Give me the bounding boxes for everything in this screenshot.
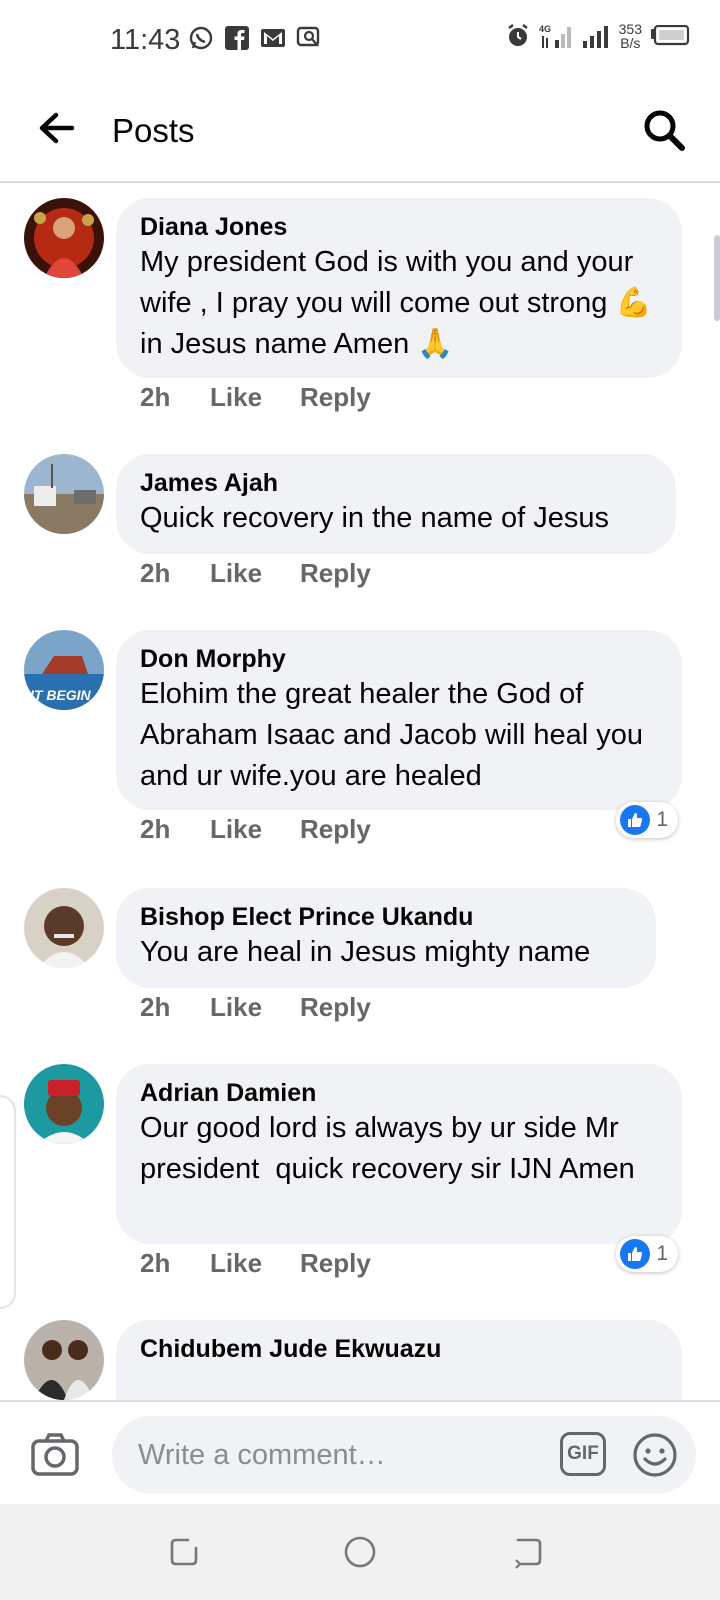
search-icon[interactable] xyxy=(642,108,686,152)
avatar-image: IT BEGIN xyxy=(24,630,104,710)
alarm-icon xyxy=(507,24,528,46)
comment-text: Elohim the great healer the God of Abrah… xyxy=(140,678,652,792)
comment-actions: 2h Like Reply xyxy=(140,558,371,589)
avatar[interactable]: IT BEGIN xyxy=(24,630,104,710)
comment-input-container[interactable]: GIF xyxy=(112,1416,696,1494)
comment-bubble[interactable]: Adrian Damien Our good lord is always by… xyxy=(116,1064,682,1244)
avatar-image xyxy=(24,454,104,534)
like-button[interactable]: Like xyxy=(210,992,300,1023)
thumbs-up-icon xyxy=(620,1239,651,1269)
edge-panel-handle[interactable] xyxy=(0,1095,16,1309)
whatsapp-icon xyxy=(189,26,213,50)
comment-author[interactable]: Adrian Damien xyxy=(140,1078,658,1108)
gmail-icon xyxy=(261,29,285,47)
thumbs-up-icon xyxy=(620,805,651,835)
comment-actions: 2h Like Reply xyxy=(140,992,371,1023)
reply-button[interactable]: Reply xyxy=(300,1248,371,1279)
signal-4g-icon: 4G xyxy=(539,24,571,48)
recent-apps-icon[interactable] xyxy=(166,1534,202,1570)
comment-time[interactable]: 2h xyxy=(140,814,210,845)
avatar-caption: IT BEGIN xyxy=(30,687,92,703)
comment-text: Quick recovery in the name of Jesus xyxy=(140,502,610,534)
reply-button[interactable]: Reply xyxy=(300,992,371,1023)
status-time: 11:43 xyxy=(110,24,181,56)
avatar-image xyxy=(24,1320,104,1400)
comment-bubble[interactable]: Diana Jones My president God is with you… xyxy=(116,198,682,378)
comment-author[interactable]: Diana Jones xyxy=(140,212,658,242)
comment-text: You are heal in Jesus mighty name xyxy=(140,936,591,968)
like-button[interactable]: Like xyxy=(210,814,300,845)
avatar-image xyxy=(24,198,104,278)
avatar[interactable] xyxy=(24,454,104,534)
emoji-icon[interactable] xyxy=(632,1432,678,1478)
battery-icon xyxy=(651,25,690,46)
avatar[interactable] xyxy=(24,1320,104,1400)
net-speed: 353 B/s xyxy=(618,21,642,51)
home-icon[interactable] xyxy=(342,1534,378,1570)
status-bar: 11:43 4G 353 B/s xyxy=(0,0,720,80)
avatar-image xyxy=(24,888,104,968)
camera-icon[interactable] xyxy=(30,1432,80,1478)
comment-actions: 2h Like Reply xyxy=(140,1248,371,1279)
page-title: Posts xyxy=(112,112,195,149)
reaction-count-badge[interactable]: 1 xyxy=(616,802,678,838)
comment-author[interactable]: Don Morphy xyxy=(140,644,658,674)
comment-input[interactable] xyxy=(136,1430,520,1480)
comment-bubble[interactable]: Don Morphy Elohim the great healer the G… xyxy=(116,630,682,810)
comment-bubble[interactable]: James Ajah Quick recovery in the name of… xyxy=(116,454,676,554)
avatar[interactable] xyxy=(24,198,104,278)
reply-button[interactable]: Reply xyxy=(300,382,371,413)
comment-bubble[interactable]: Bishop Elect Prince Ukandu You are heal … xyxy=(116,888,656,988)
like-button[interactable]: Like xyxy=(210,558,300,589)
reply-button[interactable]: Reply xyxy=(300,558,371,589)
reaction-count-badge[interactable]: 1 xyxy=(616,1236,678,1272)
scrollbar[interactable] xyxy=(714,235,720,321)
comment-author[interactable]: James Ajah xyxy=(140,468,652,498)
comment-text: My president God is with you and your wi… xyxy=(140,246,660,360)
back-nav-icon[interactable] xyxy=(510,1534,546,1570)
comment-text: Our good lord is always by ur side Mr pr… xyxy=(140,1112,635,1185)
svg-text:4G: 4G xyxy=(539,24,551,34)
comment-time[interactable]: 2h xyxy=(140,558,210,589)
signal-icon xyxy=(582,26,608,48)
comments-feed[interactable]: Diana Jones My president God is with you… xyxy=(0,182,720,1400)
app-header: Posts xyxy=(0,80,720,183)
facebook-icon xyxy=(225,26,249,50)
comment-actions: 2h Like Reply xyxy=(140,382,371,413)
comment-bubble[interactable]: Chidubem Jude Ekwuazu xyxy=(116,1320,682,1400)
like-button[interactable]: Like xyxy=(210,1248,300,1279)
comment-author[interactable]: Bishop Elect Prince Ukandu xyxy=(140,902,632,932)
comment-time[interactable]: 2h xyxy=(140,1248,210,1279)
avatar[interactable] xyxy=(24,1064,104,1144)
back-arrow-icon[interactable] xyxy=(36,108,76,148)
comment-composer: GIF xyxy=(0,1400,720,1506)
messenger-icon xyxy=(296,26,320,47)
system-nav-bar xyxy=(0,1504,720,1600)
like-button[interactable]: Like xyxy=(210,382,300,413)
comment-time[interactable]: 2h xyxy=(140,382,210,413)
reply-button[interactable]: Reply xyxy=(300,814,371,845)
comment-author[interactable]: Chidubem Jude Ekwuazu xyxy=(140,1334,658,1364)
avatar[interactable] xyxy=(24,888,104,968)
reaction-count: 1 xyxy=(656,808,668,831)
reaction-count: 1 xyxy=(656,1242,668,1265)
comment-time[interactable]: 2h xyxy=(140,992,210,1023)
gif-button[interactable]: GIF xyxy=(560,1432,606,1476)
avatar-image xyxy=(24,1064,104,1144)
comment-actions: 2h Like Reply xyxy=(140,814,371,845)
